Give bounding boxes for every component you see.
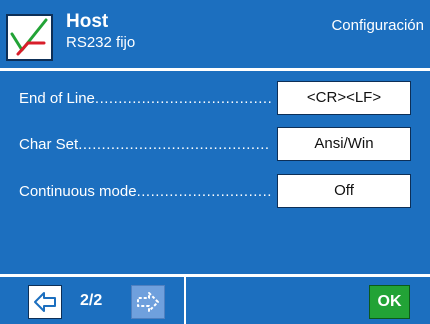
ok-button[interactable]: OK	[369, 285, 410, 319]
footer-divider	[184, 277, 186, 324]
setting-label: End of Line	[19, 90, 95, 107]
previous-page-button[interactable]	[28, 285, 62, 319]
page-title: Host	[66, 11, 109, 32]
footer-bar: 2/2 OK	[0, 277, 430, 324]
terminal-screen: Host RS232 fijo Configuración End of Lin…	[0, 0, 430, 324]
setting-label-container: End of Line.............................…	[19, 89, 271, 109]
checkmark-pen-icon	[6, 14, 53, 61]
dot-leader: ........................................…	[78, 136, 271, 153]
header: Host RS232 fijo Configuración	[0, 0, 430, 68]
dot-leader: ........................................…	[94, 90, 271, 107]
section-label: Configuración	[331, 17, 424, 34]
end-of-line-button[interactable]: <CR><LF>	[277, 81, 411, 115]
setting-label: Char Set	[19, 136, 79, 153]
setting-label-container: Continuous mode.........................…	[19, 182, 271, 202]
settings-panel: End of Line.............................…	[0, 71, 430, 274]
char-set-button[interactable]: Ansi/Win	[277, 127, 411, 161]
arrow-left-icon	[34, 292, 56, 312]
setting-label-container: Char Set................................…	[19, 135, 271, 155]
arrow-right-icon	[137, 292, 159, 312]
dot-leader: ........................................…	[136, 183, 271, 200]
setting-row-end-of-line: End of Line.............................…	[0, 81, 430, 117]
setting-label: Continuous mode	[19, 183, 137, 200]
next-page-button	[131, 285, 165, 319]
setting-row-char-set: Char Set................................…	[0, 127, 430, 163]
page-indicator: 2/2	[80, 292, 103, 309]
setting-row-continuous-mode: Continuous mode.........................…	[0, 174, 430, 210]
page-subtitle: RS232 fijo	[66, 34, 136, 51]
continuous-mode-button[interactable]: Off	[277, 174, 411, 208]
